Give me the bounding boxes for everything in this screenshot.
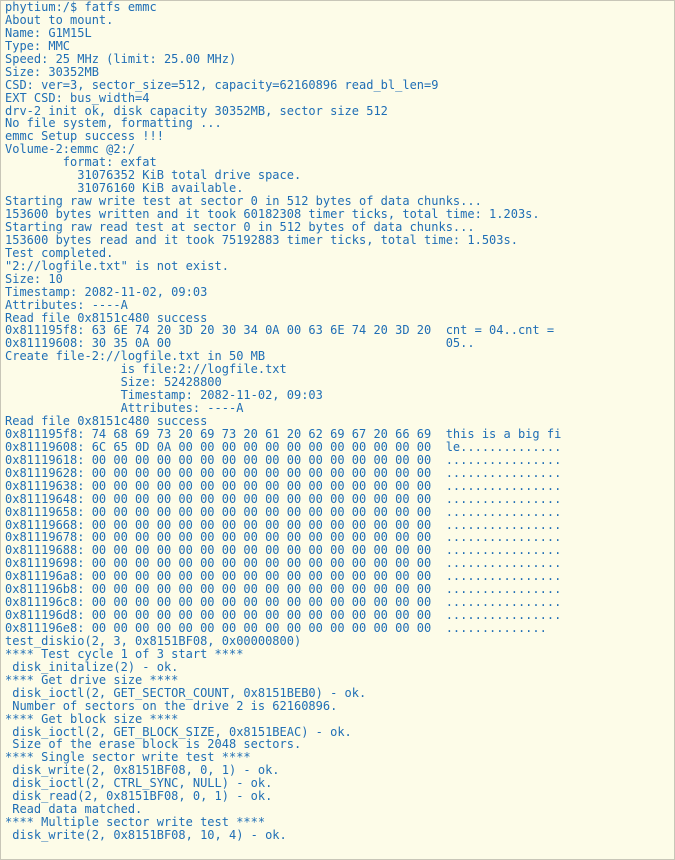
terminal-line: Size: 10 (5, 271, 63, 286)
terminal-line: Attributes: ----A (5, 297, 128, 312)
terminal-line: Type: MMC (5, 38, 71, 53)
terminal-line: 0x81119608: 6C 65 0D 0A 00 00 00 00 00 0… (5, 439, 562, 454)
terminal-line: Name: G1M15L (5, 25, 92, 40)
terminal-line: Speed: 25 MHz (limit: 25.00 MHz) (5, 51, 237, 66)
terminal-line: disk_initalize(2) - ok. (5, 659, 179, 674)
terminal-line: Read file 0x8151c480 success (5, 414, 208, 428)
terminal-line: 0x811195f8: 74 68 69 73 20 69 73 20 61 2… (5, 426, 562, 441)
terminal-line: Starting raw read test at sector 0 in 51… (5, 219, 475, 234)
terminal-line: About to mount. (5, 12, 114, 27)
terminal-line: Number of sectors on the drive 2 is 6216… (5, 698, 338, 713)
terminal-line: **** Test cycle 1 of 3 start **** (5, 646, 244, 661)
terminal-line: "2://logfile.txt" is not exist. (5, 258, 229, 273)
terminal-line: 0x81119658: 00 00 00 00 00 00 00 00 00 0… (5, 504, 562, 519)
terminal-line: test_diskio(2, 3, 0x8151BF08, 0x00000800… (5, 633, 302, 648)
terminal-line: 0x811196e8: 00 00 00 00 00 00 00 00 00 0… (5, 621, 547, 635)
terminal-output: phytium:/$ fatfs emmc About to mount. Name… (1, 1, 674, 842)
terminal-line: disk_write(2, 0x8151BF08, 10, 4) - ok. (5, 828, 287, 842)
terminal-line: 0x81119618: 00 00 00 00 00 00 00 00 00 0… (5, 452, 562, 467)
terminal-line: 0x81119648: 00 00 00 00 00 00 00 00 00 0… (5, 491, 562, 506)
terminal-line: 0x81119628: 00 00 00 00 00 00 00 00 00 0… (5, 465, 562, 480)
terminal-line: phytium:/$ fatfs emmc (5, 0, 157, 14)
terminal-line: **** Get block size **** (5, 711, 179, 726)
terminal-line: Test completed. (5, 245, 114, 260)
terminal-line: Timestamp: 2082-11-02, 09:03 (5, 284, 208, 299)
terminal-line: EXT CSD: bus_width=4 (5, 90, 150, 105)
terminal-line: disk_ioctl(2, GET_SECTOR_COUNT, 0x8151BE… (5, 685, 367, 700)
terminal-line: Size: 30352MB (5, 64, 99, 79)
terminal-line: 0x81119638: 00 00 00 00 00 00 00 00 00 0… (5, 478, 562, 493)
terminal-line: 153600 bytes written and it took 6018230… (5, 207, 540, 221)
terminal-line: **** Get drive size **** (5, 672, 179, 687)
terminal-line: CSD: ver=3, sector_size=512, capacity=62… (5, 77, 439, 92)
terminal-window[interactable]: phytium:/$ fatfs emmc About to mount. Name… (0, 0, 675, 860)
terminal-line: 153600 bytes read and it took 75192883 t… (5, 232, 518, 247)
